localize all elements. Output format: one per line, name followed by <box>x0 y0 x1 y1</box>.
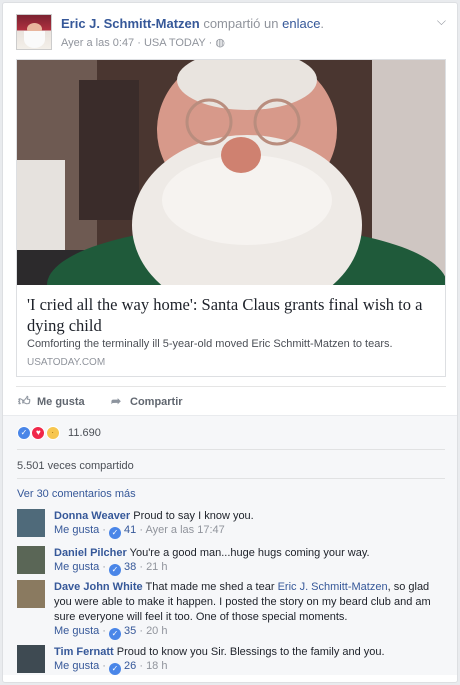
thumbs-up-icon: 👍︎ <box>18 394 31 408</box>
post-meta: Ayer a las 0:47 · USA TODAY · ◍ <box>61 37 225 49</box>
link-description: Comforting the terminally ill 5-year-old… <box>27 338 393 350</box>
chevron-down-icon[interactable]: ⌵ <box>437 14 446 29</box>
comment-time[interactable]: 21 h <box>146 561 167 573</box>
comment-meta: Me gusta · ✓ 41 · Ayer a las 17:47 <box>54 524 225 539</box>
comment-meta: Me gusta · ✓ 38 · 21 h <box>54 561 168 576</box>
like-icon: ✓ <box>109 663 122 675</box>
author-avatar[interactable] <box>16 14 52 50</box>
like-button[interactable]: 👍︎ Me gusta <box>18 394 85 409</box>
shared-text: compartió un <box>203 16 279 31</box>
comment-body: Donna Weaver Proud to say I know you. <box>54 509 444 524</box>
post-card: Eric J. Schmitt-Matzen compartió un enla… <box>2 2 458 683</box>
comment-time[interactable]: 20 h <box>146 625 167 637</box>
post-source[interactable]: USA TODAY <box>144 37 206 49</box>
commenter-avatar[interactable] <box>17 509 45 537</box>
link-image[interactable] <box>17 60 445 285</box>
comment-meta: Me gusta · ✓ 26 · 18 h <box>54 660 168 675</box>
comment-like-count[interactable]: 35 <box>124 625 136 637</box>
view-more-comments[interactable]: Ver 30 comentarios más <box>17 488 136 500</box>
comment-text: Proud to know you Sir. Blessings to the … <box>116 646 385 658</box>
shared-link-word[interactable]: enlace <box>282 16 320 31</box>
sad-icon: · <box>45 425 60 440</box>
post-header: Eric J. Schmitt-Matzen compartió un enla… <box>16 14 446 54</box>
shares-count[interactable]: 5.501 veces compartido <box>17 460 134 472</box>
comment-body: Dave John White That made me shed a tear… <box>54 580 444 625</box>
commenter-name[interactable]: Tim Fernatt <box>54 646 114 658</box>
comment-meta: Me gusta · ✓ 35 · 20 h <box>54 625 168 640</box>
comment-body: Daniel Pilcher You're a good man...huge … <box>54 546 444 561</box>
comment-like-count[interactable]: 26 <box>124 660 136 672</box>
comment-like-button[interactable]: Me gusta <box>54 625 99 637</box>
commenter-name[interactable]: Donna Weaver <box>54 510 130 522</box>
comment-time[interactable]: Ayer a las 17:47 <box>145 524 224 536</box>
commenter-avatar[interactable] <box>17 546 45 574</box>
comment-like-button[interactable]: Me gusta <box>54 660 99 672</box>
commenter-name[interactable]: Daniel Pilcher <box>54 547 127 559</box>
post-time[interactable]: Ayer a las 0:47 <box>61 37 134 49</box>
like-icon: ✓ <box>17 425 31 440</box>
author-name[interactable]: Eric J. Schmitt-Matzen <box>61 16 200 31</box>
comment-body: Tim Fernatt Proud to know you Sir. Bless… <box>54 645 444 660</box>
link-title[interactable]: 'I cried all the way home': Santa Claus … <box>27 294 439 336</box>
feedback-section: ✓ ♥ · 11.690 5.501 veces compartido Ver … <box>3 415 457 675</box>
like-icon: ✓ <box>109 564 122 576</box>
comment-like-button[interactable]: Me gusta <box>54 561 99 573</box>
comment-like-count[interactable]: 38 <box>124 561 136 573</box>
comment-like-button[interactable]: Me gusta <box>54 524 99 536</box>
reactions-summary[interactable]: ✓ ♥ · 11.690 <box>17 425 101 443</box>
divider <box>17 478 445 479</box>
post-actions: 👍︎ Me gusta ➦ Compartir <box>16 386 446 414</box>
comment-text: Proud to say I know you. <box>133 510 254 522</box>
like-icon: ✓ <box>109 527 122 539</box>
post-headline: Eric J. Schmitt-Matzen compartió un enla… <box>61 16 325 31</box>
share-button[interactable]: ➦ Compartir <box>111 394 183 408</box>
reactions-count[interactable]: 11.690 <box>68 427 101 439</box>
globe-icon: ◍ <box>215 37 225 49</box>
commenter-name[interactable]: Dave John White <box>54 581 143 593</box>
commenter-avatar[interactable] <box>17 645 45 673</box>
like-icon: ✓ <box>109 628 122 640</box>
love-icon: ♥ <box>31 425 46 440</box>
comment-text: You're a good man...huge hugs coming you… <box>129 547 370 559</box>
commenter-avatar[interactable] <box>17 580 45 608</box>
comment-like-count[interactable]: 41 <box>124 524 136 536</box>
link-preview[interactable]: 'I cried all the way home': Santa Claus … <box>16 59 446 377</box>
link-domain: USATODAY.COM <box>27 357 106 368</box>
share-arrow-icon: ➦ <box>111 394 122 408</box>
comment-time[interactable]: 18 h <box>146 660 167 672</box>
divider <box>17 449 445 450</box>
comment-mention[interactable]: Eric J. Schmitt-Matzen <box>278 581 388 593</box>
comment-text: That made me shed a tear <box>145 581 275 593</box>
